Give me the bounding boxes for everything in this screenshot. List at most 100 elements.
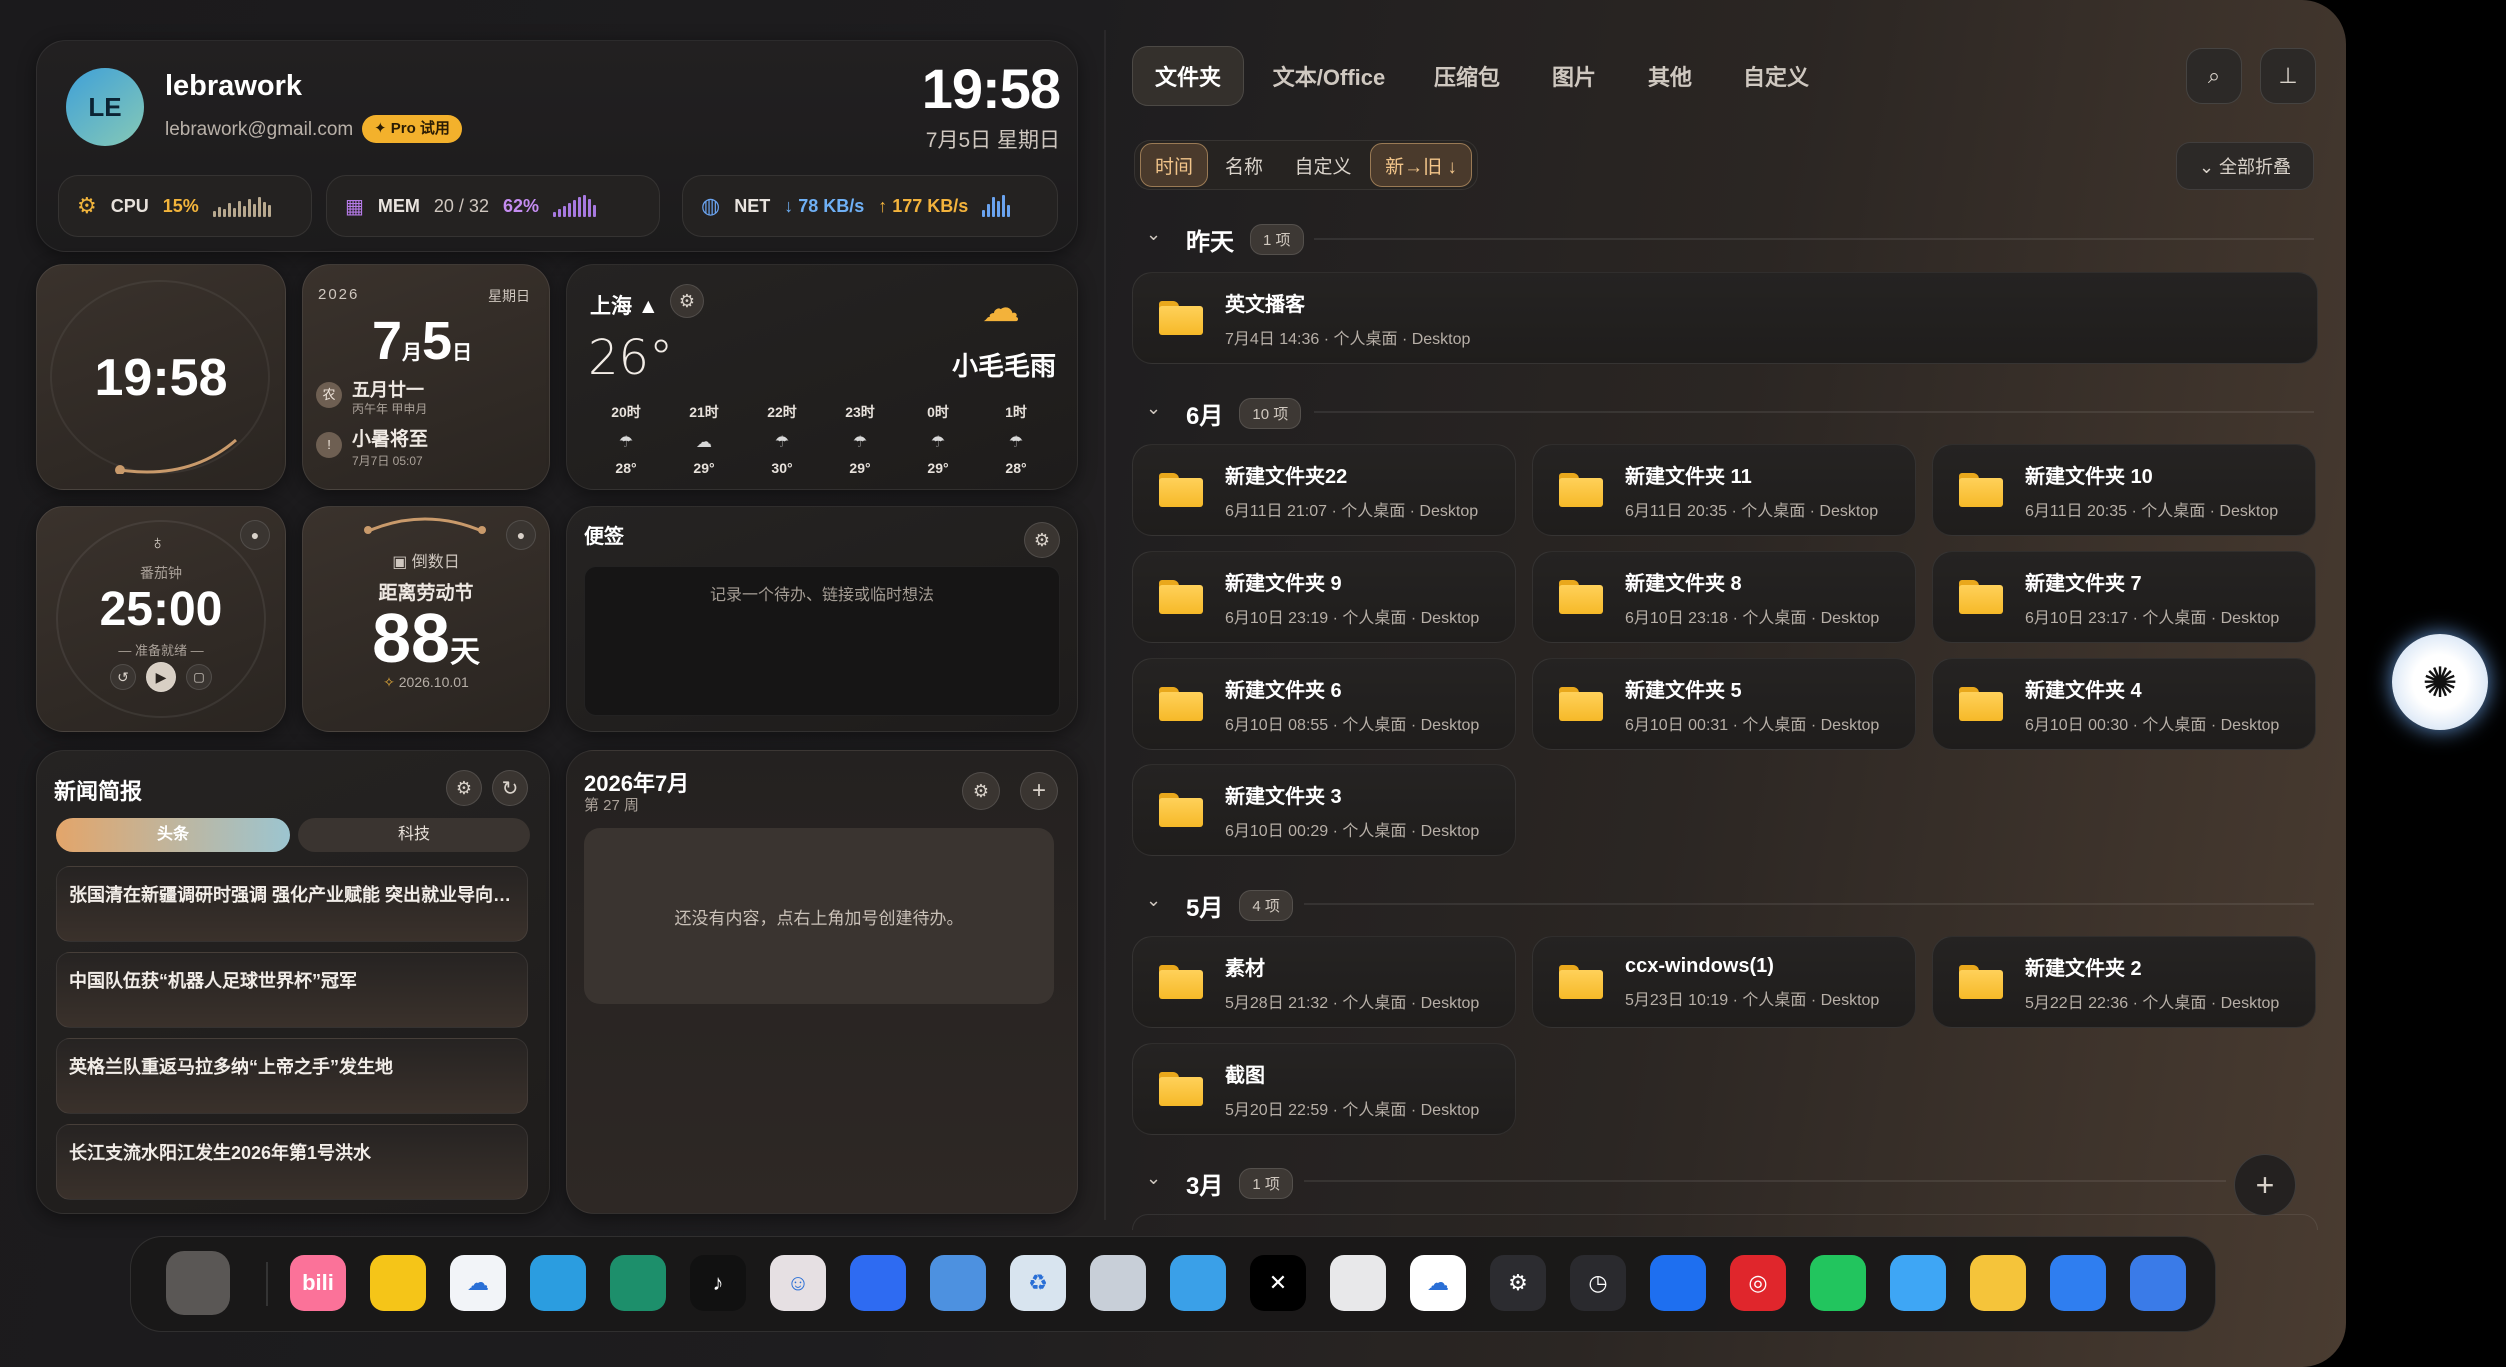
folder-icon <box>1159 687 1203 721</box>
chevron-down-icon[interactable]: ⌄ <box>1146 224 1161 245</box>
countdown-settings-icon[interactable]: ● <box>506 520 536 550</box>
tab-archives[interactable]: 压缩包 <box>1412 46 1522 106</box>
notepad-icon[interactable] <box>1170 1255 1226 1311</box>
todo-add-icon[interactable]: + <box>1020 772 1058 810</box>
clover-app-icon[interactable] <box>610 1255 666 1311</box>
group-header-yesterday[interactable]: 昨天 1 项 <box>1186 222 1304 257</box>
finder-icon[interactable] <box>1890 1255 1946 1311</box>
weather-city[interactable]: 上海 ▲ <box>590 290 659 320</box>
snipping-tool-icon[interactable] <box>1330 1255 1386 1311</box>
news-refresh-icon[interactable]: ↻ <box>492 770 528 806</box>
folder-card[interactable]: ccx-windows(1) 5月23日 10:19 · 个人桌面 · Deskt… <box>1532 936 1916 1028</box>
avatar[interactable]: LE <box>66 68 144 146</box>
cloud-drive-icon[interactable]: ☁ <box>450 1255 506 1311</box>
hour-forecast: 21时 ☁ 29° <box>679 402 729 476</box>
play-icon[interactable]: ▶ <box>146 662 176 692</box>
folder-card[interactable]: 素材 5月28日 21:32 · 个人桌面 · Desktop <box>1132 936 1516 1028</box>
pomodoro-settings-icon[interactable]: ● <box>240 520 270 550</box>
tab-images[interactable]: 图片 <box>1534 46 1614 106</box>
mem-value: 62% <box>502 195 539 216</box>
news-tab-tech[interactable]: 科技 <box>298 818 530 852</box>
sort-by-name[interactable]: 名称 <box>1212 143 1276 187</box>
feishu-icon[interactable] <box>850 1255 906 1311</box>
folder-card[interactable]: 新建文件夹 7 6月10日 23:17 · 个人桌面 · Desktop <box>1932 551 2316 643</box>
folder-card[interactable]: 截图 5月20日 22:59 · 个人桌面 · Desktop <box>1132 1043 1516 1135</box>
todo-settings-icon[interactable]: ⚙ <box>962 772 1000 810</box>
chevron-down-icon[interactable]: ⌄ <box>1146 398 1161 419</box>
cpu-icon: ⚙ <box>77 193 97 218</box>
tab-office[interactable]: 文本/Office <box>1262 46 1396 106</box>
collapse-all-button[interactable]: ⌄ 全部折叠 <box>2176 142 2314 190</box>
folder-card[interactable]: 新建文件夹 10 6月11日 20:35 · 个人桌面 · Desktop <box>1932 444 2316 536</box>
reset-icon[interactable]: ↺ <box>110 664 136 690</box>
notes-input[interactable]: 记录一个待办、链接或临时想法 <box>584 566 1060 716</box>
file-explorer-icon[interactable] <box>1970 1255 2026 1311</box>
news-item[interactable]: 中国队伍获“机器人足球世界杯”冠军 <box>56 952 528 1028</box>
header-clock: 19:58 <box>921 57 1061 120</box>
folder-card[interactable]: 英文播客 7月4日 14:36 · 个人桌面 · Desktop <box>1132 272 2318 364</box>
netease-music-icon[interactable]: ◎ <box>1730 1255 1786 1311</box>
tab-other[interactable]: 其他 <box>1630 46 1710 106</box>
capcut-icon[interactable]: ✕ <box>1250 1255 1306 1311</box>
sort-custom[interactable]: 自定义 <box>1284 143 1362 187</box>
settings-icon[interactable]: ⚙ <box>1490 1255 1546 1311</box>
sort-order[interactable]: 新→旧 ↓ <box>1370 143 1472 187</box>
cpu-monitor[interactable]: ⚙ CPU 15% <box>58 175 312 237</box>
folder-icon <box>1959 687 2003 721</box>
wechat-icon[interactable] <box>1810 1255 1866 1311</box>
stop-icon[interactable]: ▢ <box>186 664 212 690</box>
lark-app-icon[interactable] <box>1650 1255 1706 1311</box>
chevron-down-icon[interactable]: ⌄ <box>1146 1168 1161 1189</box>
search-icon[interactable]: ⌕ <box>2186 48 2242 104</box>
floating-assistant-button[interactable]: ✺ <box>2392 634 2488 730</box>
photos-icon[interactable] <box>2130 1255 2186 1311</box>
baidu-netdisk-icon[interactable]: ☁ <box>1410 1255 1466 1311</box>
tab-folders[interactable]: 文件夹 <box>1132 46 1244 106</box>
launcher-icon[interactable] <box>166 1251 230 1315</box>
notes-settings-icon[interactable]: ⚙ <box>1024 522 1060 558</box>
net-monitor[interactable]: ◍ NET ↓ 78 KB/s ↑ 177 KB/s <box>682 175 1058 237</box>
pin-icon[interactable]: ⊥ <box>2260 48 2316 104</box>
folder-card[interactable]: 新建文件夹 11 6月11日 20:35 · 个人桌面 · Desktop <box>1532 444 1916 536</box>
news-item[interactable]: 长江支流水阳江发生2026年第1号洪水 <box>56 1124 528 1200</box>
clock-app-icon[interactable]: ◷ <box>1570 1255 1626 1311</box>
group-header-march[interactable]: 3月 1 项 <box>1186 1166 1293 1201</box>
monitor-icon[interactable] <box>530 1255 586 1311</box>
folder-card[interactable]: 新建文件夹 8 6月10日 23:18 · 个人桌面 · Desktop <box>1532 551 1916 643</box>
tiktok-icon[interactable]: ♪ <box>690 1255 746 1311</box>
folder-meta: 6月10日 23:19 · 个人桌面 · Desktop <box>1225 609 1480 627</box>
folder-icon <box>1959 473 2003 507</box>
calculator-icon[interactable] <box>1090 1255 1146 1311</box>
news-item[interactable]: 张国清在新疆调研时强调 强化产业赋能 突出就业导向 提升新疆经济发展质量 <box>56 866 528 942</box>
tomato-icon: ♁ <box>150 532 165 554</box>
pro-badge[interactable]: ✦ Pro 试用 <box>362 115 462 143</box>
add-button[interactable]: + <box>2234 1154 2296 1216</box>
folder-name: 新建文件夹 3 <box>1225 785 1342 808</box>
folder-card[interactable]: 新建文件夹 9 6月10日 23:19 · 个人桌面 · Desktop <box>1132 551 1516 643</box>
avatar-app-icon[interactable]: ☺ <box>770 1255 826 1311</box>
folder-card[interactable]: 新建文件夹 2 5月22日 22:36 · 个人桌面 · Desktop <box>1932 936 2316 1028</box>
chevron-down-icon[interactable]: ⌄ <box>1146 890 1161 911</box>
folder-card[interactable]: 新建文件夹 6 6月10日 08:55 · 个人桌面 · Desktop <box>1132 658 1516 750</box>
folder-card[interactable]: 新建文件夹 3 6月10日 00:29 · 个人桌面 · Desktop <box>1132 764 1516 856</box>
news-tab-headline[interactable]: 头条 <box>56 818 290 852</box>
news-settings-icon[interactable]: ⚙ <box>446 770 482 806</box>
bird-app-icon[interactable] <box>2050 1255 2106 1311</box>
bilibili-icon[interactable]: bili <box>290 1255 346 1311</box>
folder-card[interactable]: 新建文件夹22 6月11日 21:07 · 个人桌面 · Desktop <box>1132 444 1516 536</box>
tab-custom[interactable]: 自定义 <box>1726 46 1826 106</box>
paint-icon[interactable] <box>930 1255 986 1311</box>
group-header-june[interactable]: 6月 10 项 <box>1186 396 1302 431</box>
net-down: ↓ 78 KB/s <box>784 195 865 216</box>
folder-card-partial[interactable] <box>1132 1214 2318 1230</box>
group-header-may[interactable]: 5月 4 项 <box>1186 888 1293 923</box>
mem-monitor[interactable]: ▦ MEM 20 / 32 62% <box>326 175 660 237</box>
folder-card[interactable]: 新建文件夹 5 6月10日 00:31 · 个人桌面 · Desktop <box>1532 658 1916 750</box>
folder-card[interactable]: 新建文件夹 4 6月10日 00:30 · 个人桌面 · Desktop <box>1932 658 2316 750</box>
dots-cluster-icon: ✺ <box>2422 658 2458 706</box>
sort-by-time[interactable]: 时间 <box>1140 143 1208 187</box>
news-item[interactable]: 英格兰队重返马拉多纳“上帝之手”发生地 <box>56 1038 528 1114</box>
recycle-bin-icon[interactable]: ♻ <box>1010 1255 1066 1311</box>
weather-settings-icon[interactable]: ⚙ <box>670 284 704 318</box>
sticky-notes-icon[interactable] <box>370 1255 426 1311</box>
